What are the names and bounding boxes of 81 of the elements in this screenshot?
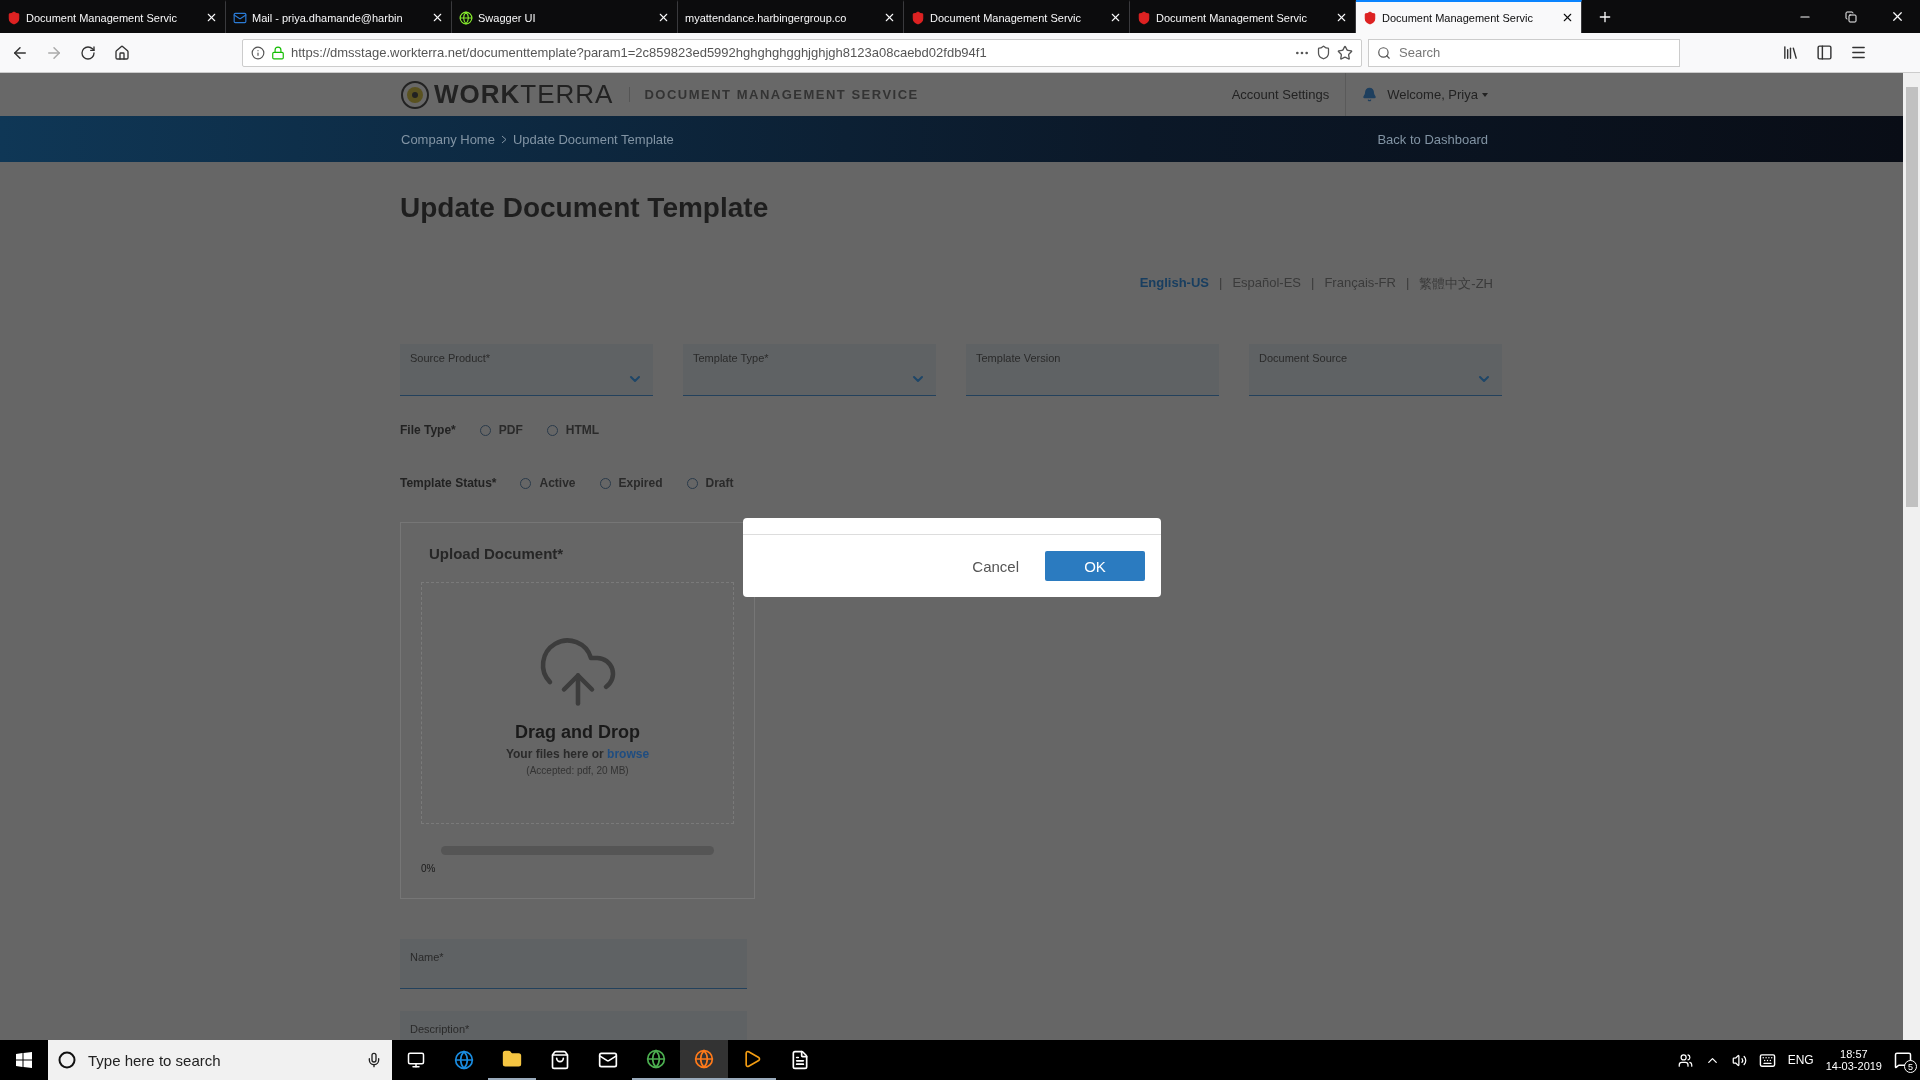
notification-icon[interactable] [1894,1051,1912,1069]
input-field[interactable]: Name* [400,939,747,989]
separator: | [1311,275,1315,292]
search-icon [1377,45,1391,60]
logo-icon [400,79,430,110]
language-indicator[interactable]: ENG [1787,1053,1814,1067]
people-icon[interactable] [1677,1052,1693,1068]
search-field[interactable]: Search [1397,39,1671,66]
mail-icon[interactable] [598,1050,618,1070]
address-bar[interactable]: https://dmsstage.workterra.net/documenttemplate?param1=2c859823ed5992hghghghgghjghjgh8123a08caebd02fdb94f1 [242,38,1362,67]
shield-icon [1137,10,1151,25]
library-icon[interactable] [1781,44,1799,61]
clock[interactable]: 18:57 14-03-2019 [1825,1048,1882,1072]
caret-icon [1482,92,1488,97]
close-icon[interactable] [883,11,896,24]
ok-button[interactable]: OK [1045,551,1145,581]
logo-text: WORKTERRA [434,79,614,110]
input-field[interactable]: Description* [400,1011,747,1040]
close-icon[interactable] [1335,11,1348,24]
shield-icon [7,10,21,25]
breadcrumb-link[interactable]: Update Document Template [512,131,674,147]
separator: | [1405,275,1410,292]
lock-icon [271,45,285,60]
radio-option[interactable]: PDF [479,423,523,437]
chevron-icon [500,134,507,144]
progress-reading: 0% [421,863,436,874]
close-icon[interactable] [1109,11,1122,24]
back-to-dashboard-link[interactable]: Back to Dashboard [1377,131,1488,147]
scrollbar[interactable] [1903,73,1920,1040]
cancel-button[interactable]: Cancel [966,551,1025,581]
select-field[interactable]: Document Source [1249,344,1502,396]
notification-count: 5 [1904,1060,1917,1073]
sidebar-icon[interactable] [1815,44,1833,61]
select-field[interactable]: Source Product* [400,344,653,396]
info-icon[interactable] [251,45,265,60]
search-circle-icon [58,1051,76,1069]
radio-option[interactable]: HTML [546,423,600,437]
radio-group-label: File Type* [400,423,456,437]
windows-icon[interactable] [16,1052,32,1068]
browser-icon[interactable] [646,1049,666,1069]
radio-option[interactable]: Draft [686,476,734,490]
media-player-icon[interactable] [742,1049,762,1069]
card-title: Upload Document* [429,545,565,562]
taskbar-search-field[interactable]: Type here to search [86,1044,356,1076]
bag-icon[interactable] [550,1050,570,1070]
breadcrumb-link[interactable]: Company Home [401,131,495,147]
close-icon[interactable] [205,11,218,24]
mic-icon[interactable] [366,1052,382,1068]
language-link[interactable]: English-US [1139,275,1209,293]
folder-icon[interactable] [502,1049,522,1069]
shield-icon [911,10,925,25]
keyboard-icon[interactable] [1758,1051,1776,1069]
close-icon[interactable] [1561,11,1574,24]
menu-icon[interactable] [1849,44,1867,61]
shield-icon [1363,10,1377,25]
browser-icon[interactable] [694,1049,714,1069]
page-title: Update Document Template [400,192,770,224]
mail-icon [233,10,247,25]
globe-icon [459,10,473,25]
drop-hint: Your files here or browse [505,747,650,761]
search-box[interactable]: Search [1368,38,1680,67]
radio-option[interactable]: Active [520,476,576,490]
select-field[interactable]: Template Type* [683,344,936,396]
radio-group-label: Template Status* [400,476,497,490]
user-menu[interactable]: Welcome, Priya [1387,87,1488,102]
browse-link[interactable]: browse [607,747,650,761]
separator: | [1219,275,1223,292]
taskbar-search-box[interactable]: Type here to search [48,1040,392,1080]
drop-title: Drag and Drop [515,722,640,743]
input-field[interactable]: Template Version [966,344,1219,396]
reload-icon[interactable] [80,44,96,61]
home-icon[interactable] [114,44,130,61]
close-icon[interactable] [431,11,444,24]
browser-icon[interactable] [454,1050,474,1070]
document-icon[interactable] [790,1050,810,1070]
close-icon[interactable] [657,11,670,24]
browser-tab[interactable]: Document Management Servic [1356,0,1582,33]
star-icon[interactable] [1337,44,1353,61]
speaker-icon[interactable] [1731,1052,1747,1068]
radio-option[interactable]: Expired [599,476,663,490]
restore-icon[interactable] [1845,10,1857,23]
